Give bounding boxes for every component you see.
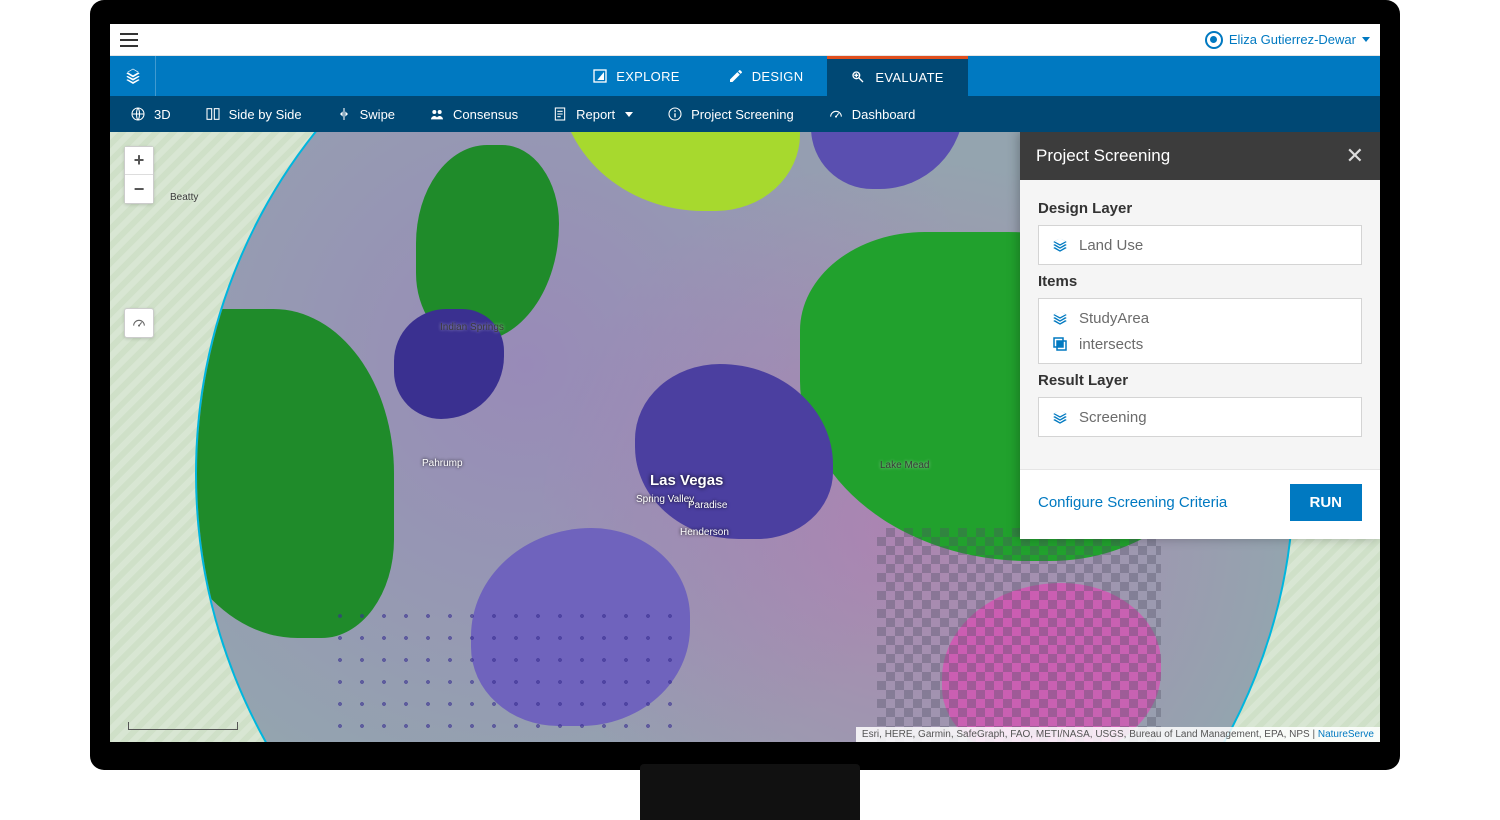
result-layer-value: Screening xyxy=(1079,409,1147,426)
layers-icon xyxy=(125,68,141,84)
monitor-frame: Eliza Gutierrez-Dewar EXPLORE DESIGN xyxy=(90,0,1400,770)
evaluate-toolbar: 3D Side by Side Swipe Consensus Report xyxy=(110,96,1380,132)
panel-header: Project Screening ✕ xyxy=(1020,132,1380,180)
report-icon xyxy=(552,106,568,122)
tool-report[interactable]: Report xyxy=(552,106,633,122)
tool-label: Dashboard xyxy=(852,107,916,122)
result-layer-field[interactable]: Screening xyxy=(1038,397,1362,437)
user-menu[interactable]: Eliza Gutierrez-Dewar xyxy=(1205,31,1370,49)
globe-icon xyxy=(130,106,146,122)
zoom-out-button[interactable]: − xyxy=(125,175,153,203)
info-icon xyxy=(667,106,683,122)
layers-icon xyxy=(1051,236,1069,254)
map-label-henderson: Henderson xyxy=(680,527,729,538)
run-button[interactable]: RUN xyxy=(1290,484,1363,521)
chevron-down-icon xyxy=(1362,37,1370,42)
user-avatar-icon xyxy=(1205,31,1223,49)
map-attribution: Esri, HERE, Garmin, SafeGraph, FAO, METI… xyxy=(856,727,1380,742)
tool-label: Report xyxy=(576,107,615,122)
tab-explore[interactable]: EXPLORE xyxy=(568,56,704,96)
intersect-icon xyxy=(1051,335,1069,353)
layers-icon xyxy=(1051,408,1069,426)
tab-label: DESIGN xyxy=(752,69,804,84)
sidebyside-icon xyxy=(205,106,221,122)
map-area[interactable]: Beatty Indian Springs Pahrump Las Vegas … xyxy=(110,132,1380,742)
zoom-control: + − xyxy=(124,146,154,204)
attribution-text: Esri, HERE, Garmin, SafeGraph, FAO, METI… xyxy=(862,729,1318,740)
tool-label: Side by Side xyxy=(229,107,302,122)
map-label-beatty: Beatty xyxy=(170,192,198,203)
design-layer-value: Land Use xyxy=(1079,237,1143,254)
tab-evaluate[interactable]: EVALUATE xyxy=(827,56,967,96)
widget-button[interactable] xyxy=(124,308,154,338)
items-field[interactable]: StudyArea intersects xyxy=(1038,298,1362,364)
tool-consensus[interactable]: Consensus xyxy=(429,106,518,122)
tool-label: Swipe xyxy=(360,107,395,122)
panel-footer: Configure Screening Criteria RUN xyxy=(1020,469,1380,539)
map-label-indian-springs: Indian Springs xyxy=(440,322,504,333)
design-layer-field[interactable]: Land Use xyxy=(1038,225,1362,265)
project-screening-panel: Project Screening ✕ Design Layer Land Us… xyxy=(1020,132,1380,539)
tool-label: Project Screening xyxy=(691,107,794,122)
user-name: Eliza Gutierrez-Dewar xyxy=(1229,32,1356,47)
scale-bar xyxy=(128,722,238,730)
tool-swipe[interactable]: Swipe xyxy=(336,106,395,122)
tool-label: Consensus xyxy=(453,107,518,122)
design-layer-label: Design Layer xyxy=(1038,200,1362,217)
items-row-1: intersects xyxy=(1079,336,1143,353)
result-layer-label: Result Layer xyxy=(1038,372,1362,389)
items-label: Items xyxy=(1038,273,1362,290)
panel-title: Project Screening xyxy=(1036,146,1170,166)
tool-sidebyside[interactable]: Side by Side xyxy=(205,106,302,122)
attribution-link[interactable]: NatureServe xyxy=(1318,729,1374,740)
tool-3d[interactable]: 3D xyxy=(130,106,171,122)
tab-label: EVALUATE xyxy=(875,70,943,85)
tool-project-screening[interactable]: Project Screening xyxy=(667,106,794,122)
gauge-icon xyxy=(131,315,147,331)
map-label-pahrump: Pahrump xyxy=(422,458,463,469)
tab-label: EXPLORE xyxy=(616,69,680,84)
monitor-stand xyxy=(640,764,860,820)
layers-icon xyxy=(1051,309,1069,327)
tool-label: 3D xyxy=(154,107,171,122)
chevron-down-icon xyxy=(625,112,633,117)
pencil-icon xyxy=(728,68,744,84)
swipe-icon xyxy=(336,106,352,122)
zoom-in-button[interactable]: + xyxy=(125,147,153,175)
tool-dashboard[interactable]: Dashboard xyxy=(828,106,916,122)
items-row-0: StudyArea xyxy=(1079,310,1149,327)
menu-button[interactable] xyxy=(120,33,138,47)
map-label-las-vegas: Las Vegas xyxy=(650,472,723,489)
explore-icon xyxy=(592,68,608,84)
tab-design[interactable]: DESIGN xyxy=(704,56,828,96)
map-label-spring-valley: Spring Valley xyxy=(636,494,694,505)
gauge-icon xyxy=(828,106,844,122)
map-label-lake-mead: Lake Mead xyxy=(880,460,929,471)
evaluate-icon xyxy=(851,70,867,86)
configure-criteria-link[interactable]: Configure Screening Criteria xyxy=(1038,494,1227,511)
map-label-paradise: Paradise xyxy=(688,500,727,511)
app-nav: EXPLORE DESIGN EVALUATE xyxy=(110,56,1380,96)
consensus-icon xyxy=(429,106,445,122)
topbar: Eliza Gutierrez-Dewar xyxy=(110,24,1380,56)
layers-button[interactable] xyxy=(110,56,156,96)
screen: Eliza Gutierrez-Dewar EXPLORE DESIGN xyxy=(110,24,1380,742)
close-button[interactable]: ✕ xyxy=(1346,143,1364,169)
